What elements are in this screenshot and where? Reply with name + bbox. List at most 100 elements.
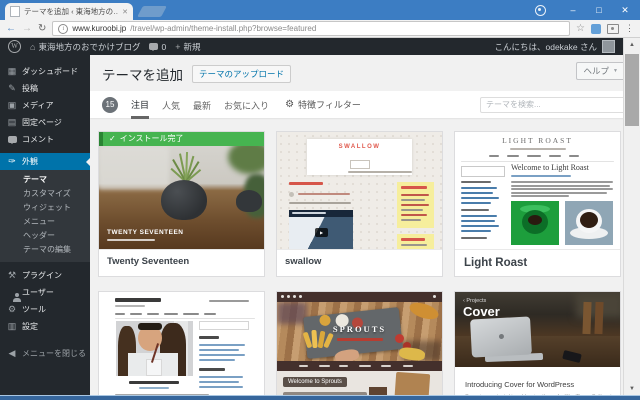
admin-bar-new[interactable]: + 新規 <box>175 41 200 53</box>
sidebar-collapse-menu[interactable]: ◀ メニューを閉じる <box>0 345 90 362</box>
theme-search-input[interactable] <box>480 96 628 113</box>
collapse-icon: ◀ <box>8 348 16 358</box>
submenu-item-editor[interactable]: テーマの編集 <box>0 243 90 257</box>
user-avatar <box>602 40 615 53</box>
filter-tab-popular[interactable]: 人気 <box>162 92 180 117</box>
upload-theme-button[interactable]: テーマのアップロード <box>192 65 292 83</box>
address-bar[interactable]: i www.kuroobi.jp /travel/wp-admin/theme-… <box>52 21 571 36</box>
sidebar-item-dashboard[interactable]: ▦ ダッシュボード <box>0 63 90 80</box>
scroll-down-icon[interactable]: ▼ <box>624 382 640 396</box>
comment-bubble-icon <box>149 43 159 51</box>
sidebar-item-comments[interactable]: コメント <box>0 131 90 148</box>
mock-text-line <box>461 197 499 199</box>
sidebar-item-posts[interactable]: ✎ 投稿 <box>0 80 90 97</box>
mock-text-line <box>401 214 427 216</box>
close-button[interactable]: ✕ <box>612 0 638 20</box>
browser-tab[interactable]: テーマを追加 ‹ 東海地方の… ✕ <box>5 3 133 20</box>
plugins-icon: ⚒ <box>7 270 17 280</box>
browser-menu-icon[interactable]: ⋮ <box>625 23 634 34</box>
mock-text-line <box>115 313 125 315</box>
mock-shape <box>393 371 431 396</box>
mock-text-line <box>511 175 571 177</box>
mock-shape <box>470 316 532 358</box>
tab-close-icon[interactable]: ✕ <box>122 8 128 16</box>
theme-card-sprouts[interactable]: SPROUTS Welcome to Sprouts <box>276 291 443 396</box>
sidebar-item-settings[interactable]: ▥ 設定 <box>0 318 90 335</box>
mock-navbar <box>277 361 442 371</box>
mock-photo-coffee-cup <box>565 201 613 245</box>
theme-name: Light Roast <box>464 257 528 269</box>
mock-text-line <box>209 300 249 302</box>
sidebar-item-pages[interactable]: ▤ 固定ページ <box>0 114 90 131</box>
home-icon: ⌂ <box>30 41 36 52</box>
mock-text-line <box>527 155 541 157</box>
wordpress-logo-icon[interactable]: W <box>8 40 21 53</box>
sidebar-item-media[interactable]: ▣ メディア <box>0 97 90 114</box>
theme-screenshot <box>99 292 264 396</box>
back-button[interactable]: ← <box>6 23 16 34</box>
filter-tab-favorites[interactable]: お気に入り <box>224 92 269 117</box>
submenu-item-customize[interactable]: カスタマイズ <box>0 187 90 201</box>
submenu-item-themes[interactable]: テーマ <box>0 173 90 187</box>
admin-bar-site-link[interactable]: ⌂ 東海地方のおでかけブログ <box>30 41 140 53</box>
howdy-greeting[interactable]: こんにちは、odekake さん <box>495 41 598 53</box>
sidebar-item-plugins[interactable]: ⚒ プラグイン <box>0 267 90 284</box>
mock-shape <box>289 192 294 197</box>
vertical-scrollbar[interactable]: ▲ ▼ <box>623 38 640 396</box>
forward-button[interactable]: → <box>22 23 32 34</box>
mock-text-line <box>489 155 499 157</box>
theme-name: swallow <box>285 256 322 267</box>
mock-text-line <box>115 305 145 307</box>
themes-install-content: テーマを追加 テーマのアップロード ヘルプ ▼ 15 注目 人気 最新 お気に入… <box>90 55 640 396</box>
screenshot-extension-icon[interactable] <box>607 23 619 34</box>
sidebar-item-users[interactable]: ユーザー <box>0 284 90 301</box>
admin-bar-comments[interactable]: 0 <box>149 42 166 52</box>
mock-text-line <box>298 193 350 195</box>
mock-text-line <box>569 155 579 157</box>
posts-icon: ✎ <box>8 83 16 93</box>
theme-card-swallow[interactable]: SWALLOW ▶ swallow <box>276 131 443 277</box>
mock-text-line <box>510 148 566 150</box>
reload-button[interactable]: ↻ <box>38 23 46 34</box>
scroll-up-icon[interactable]: ▲ <box>624 38 640 52</box>
theme-grid: ✓ インストール完了 TWENTY SEVENTEEN Twenty Seven… <box>90 118 640 396</box>
window-controls: – □ ✕ <box>535 0 638 20</box>
help-button[interactable]: ヘルプ ▼ <box>575 62 626 80</box>
play-icon: ▶ <box>315 228 328 237</box>
theme-card-blog[interactable] <box>98 291 265 396</box>
mock-text-line <box>199 354 245 356</box>
mock-text-line <box>461 209 489 211</box>
sidebar-item-tools[interactable]: ⚙ ツール <box>0 301 90 318</box>
mock-topbar <box>277 292 442 302</box>
filter-tab-latest[interactable]: 最新 <box>193 92 211 117</box>
filter-tab-featured[interactable]: 注目 <box>131 91 150 119</box>
mock-text-line <box>292 212 326 214</box>
submenu-item-menus[interactable]: メニュー <box>0 215 90 229</box>
mock-search-box <box>199 321 249 330</box>
theme-overlay-title: Cover <box>463 304 500 319</box>
media-icon: ▣ <box>7 100 17 110</box>
extension-icon[interactable] <box>591 23 601 34</box>
sidebar-label: 外観 <box>22 157 38 166</box>
mock-text-line <box>401 186 427 189</box>
submenu-item-header[interactable]: ヘッダー <box>0 229 90 243</box>
sidebar-item-appearance[interactable]: ✑ 外観 <box>0 153 90 170</box>
theme-card-light-roast[interactable]: LIGHT ROAST Welcome to Light Roast Light… <box>454 131 621 277</box>
profile-icon[interactable] <box>535 4 546 16</box>
mock-text-line <box>401 219 421 221</box>
mock-text-line <box>549 155 561 157</box>
theme-card-cover[interactable]: ‹ Projects Cover Introducing Cover for W… <box>454 291 621 396</box>
page-title: テーマを追加 <box>102 68 183 83</box>
site-info-icon[interactable]: i <box>58 23 69 34</box>
mock-video: ▶ <box>289 210 353 249</box>
minimize-button[interactable]: – <box>560 0 586 20</box>
maximize-button[interactable]: □ <box>586 0 612 20</box>
feature-filter-button[interactable]: ⚙ 特徴フィルター <box>285 98 361 111</box>
new-tab-button[interactable] <box>137 6 167 17</box>
scrollbar-thumb[interactable] <box>625 54 639 126</box>
chevron-down-icon: ▼ <box>613 68 618 74</box>
theme-card-twenty-seventeen[interactable]: ✓ インストール完了 TWENTY SEVENTEEN Twenty Seven… <box>98 131 265 277</box>
mock-text-line <box>337 338 383 341</box>
submenu-item-widgets[interactable]: ウィジェット <box>0 201 90 215</box>
bookmark-star-icon[interactable]: ☆ <box>576 23 585 34</box>
